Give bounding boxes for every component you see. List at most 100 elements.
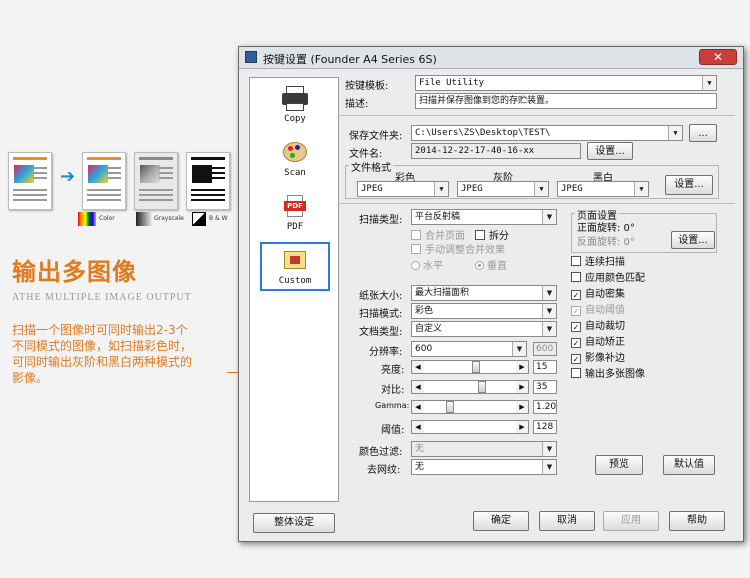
auto-density-checkbox[interactable]: ✓ 自动密集 [571, 285, 625, 300]
checkbox-label: 自动密集 [585, 289, 625, 300]
tool-label: Copy [284, 114, 306, 124]
checkbox-box [411, 230, 421, 240]
brightness-slider[interactable]: ◀ ▶ [411, 360, 529, 374]
source-image-thumbnail [8, 152, 52, 210]
tool-copy[interactable]: Copy [260, 86, 330, 124]
gamma-slider[interactable]: ◀ ▶ [411, 400, 529, 414]
edge-fill-checkbox[interactable]: ✓ 影像补边 [571, 349, 625, 364]
threshold-value[interactable]: 128 [533, 420, 557, 434]
filename-settings-button[interactable]: 设置... [587, 142, 633, 160]
divider [339, 115, 735, 116]
chevron-down-icon: ▼ [434, 182, 448, 196]
template-select[interactable]: File Utility ▼ [415, 75, 717, 91]
custom-icon [280, 248, 310, 274]
continuous-scan-checkbox[interactable]: 连续扫描 [571, 253, 625, 268]
auto-deskew-checkbox[interactable]: ✓ 自动矫正 [571, 333, 625, 348]
check-icon: ✓ [571, 338, 581, 348]
bw-swatch-label: B & W [209, 215, 228, 222]
paper-size-select[interactable]: 最大扫描面积 ▼ [411, 285, 557, 301]
slider-thumb[interactable] [446, 401, 454, 413]
auto-crop-checkbox[interactable]: ✓ 自动裁切 [571, 317, 625, 332]
tool-pdf[interactable]: PDF PDF [260, 194, 330, 232]
close-button[interactable]: ✕ [699, 49, 737, 65]
bw-swatch [192, 212, 206, 226]
printer-icon [280, 86, 310, 112]
brightness-value[interactable]: 15 [533, 360, 557, 374]
help-button[interactable]: 帮助 [669, 511, 725, 531]
file-format-group-title: 文件格式 [349, 159, 393, 174]
scan-mode-label: 扫描模式: [359, 309, 403, 320]
arrow-right-icon: ➔ [60, 166, 76, 187]
save-folder-label: 保存文件夹: [349, 131, 403, 142]
auto-threshold-checkbox[interactable]: ✓ 自动阈值 [571, 301, 625, 316]
check-icon: ✓ [571, 290, 581, 300]
format-color-select[interactable]: JPEG ▼ [357, 181, 449, 197]
horizontal-radio[interactable]: 水平 [411, 257, 443, 272]
checkbox-box [571, 272, 581, 282]
color-dropout-label: 颜色过滤: [359, 447, 403, 458]
apply-button[interactable]: 应用 [603, 511, 659, 531]
threshold-slider[interactable]: ◀ ▶ [411, 420, 529, 434]
descreen-label: 去网纹: [367, 465, 401, 476]
split-checkbox[interactable]: 拆分 [475, 227, 509, 242]
save-folder-select[interactable]: C:\Users\ZS\Desktop\TEST\ ▼ [411, 125, 683, 141]
gamma-value[interactable]: 1.20 [533, 400, 557, 414]
format-gray-value: JPEG [461, 184, 483, 194]
filename-input[interactable]: 2014-12-22-17-40-16-xx [411, 143, 581, 159]
scan-mode-value: 彩色 [415, 306, 434, 316]
checkbox-box [571, 368, 581, 378]
checkbox-label: 自动阈值 [585, 305, 625, 316]
scan-type-select[interactable]: 平台反射稿 ▼ [411, 209, 557, 225]
resolution-readout: 600 [533, 342, 557, 356]
threshold-label: 阈值: [381, 425, 405, 436]
manual-adjust-checkbox[interactable]: 手动调整合并效果 [411, 241, 505, 256]
paper-size-label: 纸张大小: [359, 291, 403, 302]
scan-mode-select[interactable]: 彩色 ▼ [411, 303, 557, 319]
cancel-button[interactable]: 取消 [539, 511, 595, 531]
front-rotate-label: 正面旋转: 0° [577, 223, 635, 234]
merge-pages-checkbox[interactable]: 合并页面 [411, 227, 465, 242]
tool-scan[interactable]: Scan [260, 140, 330, 178]
ok-button[interactable]: 确定 [473, 511, 529, 531]
contrast-value[interactable]: 35 [533, 380, 557, 394]
contrast-slider[interactable]: ◀ ▶ [411, 380, 529, 394]
descreen-select[interactable]: 无 ▼ [411, 459, 557, 475]
description-input[interactable]: 扫描并保存图像到您的存贮装置。 [415, 93, 717, 109]
default-button[interactable]: 默认值 [663, 455, 715, 475]
format-settings-button[interactable]: 设置... [665, 175, 713, 195]
slider-thumb[interactable] [472, 361, 480, 373]
chevron-down-icon: ▼ [542, 210, 556, 224]
slider-thumb[interactable] [478, 381, 486, 393]
grayscale-swatch [136, 212, 152, 226]
window-title: 按键设置 (Founder A4 Series 6S) [263, 53, 437, 66]
format-bw-select[interactable]: JPEG ▼ [557, 181, 649, 197]
checkbox-box [411, 244, 421, 254]
tool-custom[interactable]: Custom [260, 242, 330, 291]
mode-swatches: Color Grayscale B & W [78, 212, 238, 228]
back-rotate-label: 反面旋转: 0° [577, 237, 635, 248]
scan-type-value: 平台反射稿 [415, 212, 461, 222]
resolution-label: 分辨率: [369, 347, 403, 358]
slider-right-icon: ▶ [516, 421, 528, 433]
preview-button[interactable]: 预览 [595, 455, 643, 475]
color-dropout-select[interactable]: 无 ▼ [411, 441, 557, 457]
manual-adjust-label: 手动调整合并效果 [425, 245, 505, 256]
color-swatch [78, 212, 96, 226]
vertical-radio[interactable]: 垂直 [475, 257, 507, 272]
page-settings-button[interactable]: 设置... [671, 231, 715, 249]
document-type-select[interactable]: 自定义 ▼ [411, 321, 557, 337]
check-icon: ✓ [571, 306, 581, 316]
chevron-down-icon: ▼ [542, 322, 556, 336]
format-gray-select[interactable]: JPEG ▼ [457, 181, 549, 197]
color-matching-checkbox[interactable]: 应用颜色匹配 [571, 269, 645, 284]
resolution-select[interactable]: 600 ▼ [411, 341, 527, 357]
slider-left-icon: ◀ [412, 361, 424, 373]
checkbox-label: 自动矫正 [585, 337, 625, 348]
global-settings-button[interactable]: 整体设定 [253, 513, 335, 533]
paper-size-value: 最大扫描面积 [415, 288, 470, 298]
description-line: 影像。 [12, 371, 49, 385]
browse-button[interactable]: ... [689, 124, 717, 142]
multi-image-output-checkbox[interactable]: 输出多张图像 [571, 365, 645, 380]
checkbox-label: 影像补边 [585, 353, 625, 364]
palette-icon [280, 140, 310, 166]
